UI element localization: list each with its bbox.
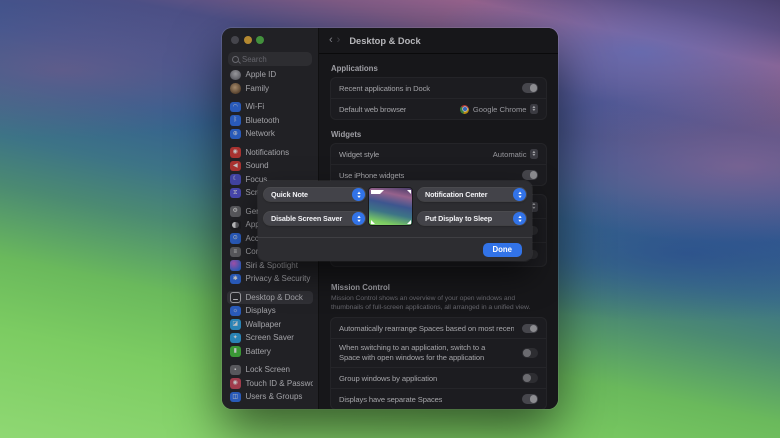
applications-section-title: Applications bbox=[331, 64, 378, 73]
stepper-icon: ▲ ▼ bbox=[352, 188, 365, 201]
sidebar-item-lock-screen[interactable]: ▪ Lock Screen bbox=[227, 363, 313, 377]
sidebar-item-wallpaper[interactable]: ◪ Wallpaper bbox=[227, 318, 313, 332]
sidebar-item-touch-id[interactable]: ◉ Touch ID & Password bbox=[227, 377, 313, 391]
sidebar-item-apple-id[interactable]: Apple ID bbox=[227, 68, 313, 82]
sidebar-item-notifications[interactable]: ◉ Notifications bbox=[227, 146, 313, 160]
corner-marker-icon bbox=[370, 219, 375, 224]
minimize-button[interactable] bbox=[243, 36, 252, 44]
sidebar-item-wifi[interactable]: ◠ Wi-Fi bbox=[227, 100, 313, 114]
wallpaper-icon: ◪ bbox=[230, 319, 241, 330]
chrome-icon bbox=[460, 104, 470, 114]
screensaver-icon: ✦ bbox=[230, 332, 241, 343]
system-settings-window: Apple ID Family ◠ Wi-Fi ᛒ Bluetooth ⊕ Ne… bbox=[222, 28, 558, 409]
sidebar-item-privacy[interactable]: ✱ Privacy & Security bbox=[227, 272, 313, 286]
stepper-icon: ▲ ▼ bbox=[530, 149, 538, 159]
sidebar-item-bluetooth[interactable]: ᛒ Bluetooth bbox=[227, 114, 313, 128]
sidebar-item-battery[interactable]: ▮ Battery bbox=[227, 345, 313, 359]
default-browser-popup[interactable]: Google Chrome ▲ ▼ bbox=[460, 104, 538, 114]
top-right-corner-popup[interactable]: Notification Center ▲ ▼ bbox=[418, 188, 526, 201]
corner-marker-icon bbox=[406, 189, 411, 194]
mission-control-title: Mission Control bbox=[331, 283, 390, 292]
hot-corners-dialog: Quick Note ▲ ▼ Notification Center ▲ ▼ Dis… bbox=[258, 181, 532, 261]
group-windows-toggle[interactable] bbox=[522, 373, 538, 383]
applications-card: Recent applications in Dock Default web … bbox=[330, 77, 547, 120]
forward-icon[interactable]: › bbox=[337, 35, 341, 46]
stepper-icon: ▲ ▼ bbox=[530, 104, 538, 114]
sidebar-search bbox=[228, 52, 312, 66]
battery-icon: ▮ bbox=[230, 346, 241, 357]
sidebar-item-users-groups[interactable]: ◫ Users & Groups bbox=[227, 390, 313, 404]
users-icon: ◫ bbox=[230, 391, 241, 402]
default-browser-row: Default web browser Google Chrome ▲ ▼ bbox=[331, 98, 546, 119]
widgets-section-title: Widgets bbox=[331, 130, 362, 139]
sidebar-item-sound[interactable]: ◀ Sound bbox=[227, 159, 313, 173]
recent-apps-toggle[interactable] bbox=[522, 83, 538, 93]
widget-style-row: Widget style Automatic ▲ ▼ bbox=[339, 149, 538, 159]
fingerprint-icon: ◉ bbox=[230, 378, 241, 389]
gear-icon: ⚙ bbox=[230, 206, 241, 217]
stepper-icon: ▲ ▼ bbox=[513, 212, 526, 225]
top-left-corner-popup[interactable]: Quick Note ▲ ▼ bbox=[264, 188, 365, 201]
sidebar-item-displays[interactable]: ☼ Displays bbox=[227, 304, 313, 318]
moon-icon: ☾ bbox=[230, 174, 241, 185]
zoom-button[interactable] bbox=[256, 36, 264, 44]
apple-id-avatar bbox=[230, 69, 241, 80]
stepper-icon: ▲ ▼ bbox=[513, 188, 526, 201]
lock-icon: ▪ bbox=[230, 364, 241, 375]
sidebar-item-passwords[interactable]: ✳ Passwords bbox=[227, 409, 313, 410]
iphone-widgets-toggle[interactable] bbox=[522, 170, 538, 180]
separate-spaces-toggle[interactable] bbox=[522, 394, 538, 404]
traffic-lights bbox=[222, 28, 318, 44]
speaker-icon: ◀ bbox=[230, 160, 241, 171]
globe-icon: ⊕ bbox=[230, 128, 241, 139]
family-avatar bbox=[230, 83, 241, 94]
main-header: ‹ › Desktop & Dock bbox=[319, 28, 558, 54]
group-windows-row: Group windows by application bbox=[331, 367, 546, 388]
sidebar-item-network[interactable]: ⊕ Network bbox=[227, 127, 313, 141]
siri-icon bbox=[230, 260, 241, 271]
widgets-card: Widget style Automatic ▲ ▼ Use iPhone wid… bbox=[330, 143, 547, 186]
control-center-icon: ≡ bbox=[230, 246, 241, 257]
back-icon[interactable]: ‹ bbox=[329, 35, 333, 46]
page-title: Desktop & Dock bbox=[349, 35, 421, 46]
bluetooth-icon: ᛒ bbox=[230, 115, 241, 126]
wifi-icon: ◠ bbox=[230, 101, 241, 112]
bottom-right-corner-popup[interactable]: Put Display to Sleep ▲ ▼ bbox=[418, 212, 526, 225]
wallpaper-preview bbox=[369, 188, 412, 225]
switch-space-row: When switching to an application, switch… bbox=[331, 338, 546, 367]
widget-style-popup[interactable]: Automatic ▲ ▼ bbox=[493, 149, 538, 159]
sidebar-item-desktop-dock[interactable]: Desktop & Dock bbox=[227, 290, 313, 304]
done-button[interactable]: Done bbox=[482, 243, 522, 257]
switch-space-toggle[interactable] bbox=[522, 348, 538, 358]
separate-spaces-row: Displays have separate Spaces bbox=[331, 388, 546, 409]
display-icon: ☼ bbox=[230, 305, 241, 316]
hourglass-icon: ⧖ bbox=[230, 187, 241, 198]
rearrange-spaces-toggle[interactable] bbox=[522, 323, 538, 334]
rearrange-spaces-row: Automatically rearrange Spaces based on … bbox=[331, 318, 546, 338]
search-input[interactable] bbox=[242, 54, 308, 64]
mission-control-card: Automatically rearrange Spaces based on … bbox=[330, 317, 547, 409]
corner-marker-icon bbox=[406, 219, 411, 224]
appearance-icon bbox=[230, 219, 241, 230]
corner-marker-icon bbox=[370, 189, 384, 202]
bottom-left-corner-popup[interactable]: Disable Screen Saver ▲ ▼ bbox=[264, 212, 365, 225]
sheet-divider bbox=[258, 237, 532, 238]
desktop-dock-icon bbox=[230, 292, 241, 303]
stepper-icon: ▲ ▼ bbox=[352, 212, 365, 225]
mission-control-description: Mission Control shows an overview of you… bbox=[331, 295, 531, 312]
search-icon bbox=[232, 55, 239, 63]
bell-icon: ◉ bbox=[230, 147, 241, 158]
sidebar-item-family[interactable]: Family bbox=[227, 82, 313, 96]
accessibility-icon: ⊙ bbox=[230, 233, 241, 244]
recent-apps-row: Recent applications in Dock bbox=[331, 78, 546, 98]
hand-icon: ✱ bbox=[230, 273, 241, 284]
sidebar-item-screen-saver[interactable]: ✦ Screen Saver bbox=[227, 331, 313, 345]
close-button[interactable] bbox=[231, 36, 239, 44]
